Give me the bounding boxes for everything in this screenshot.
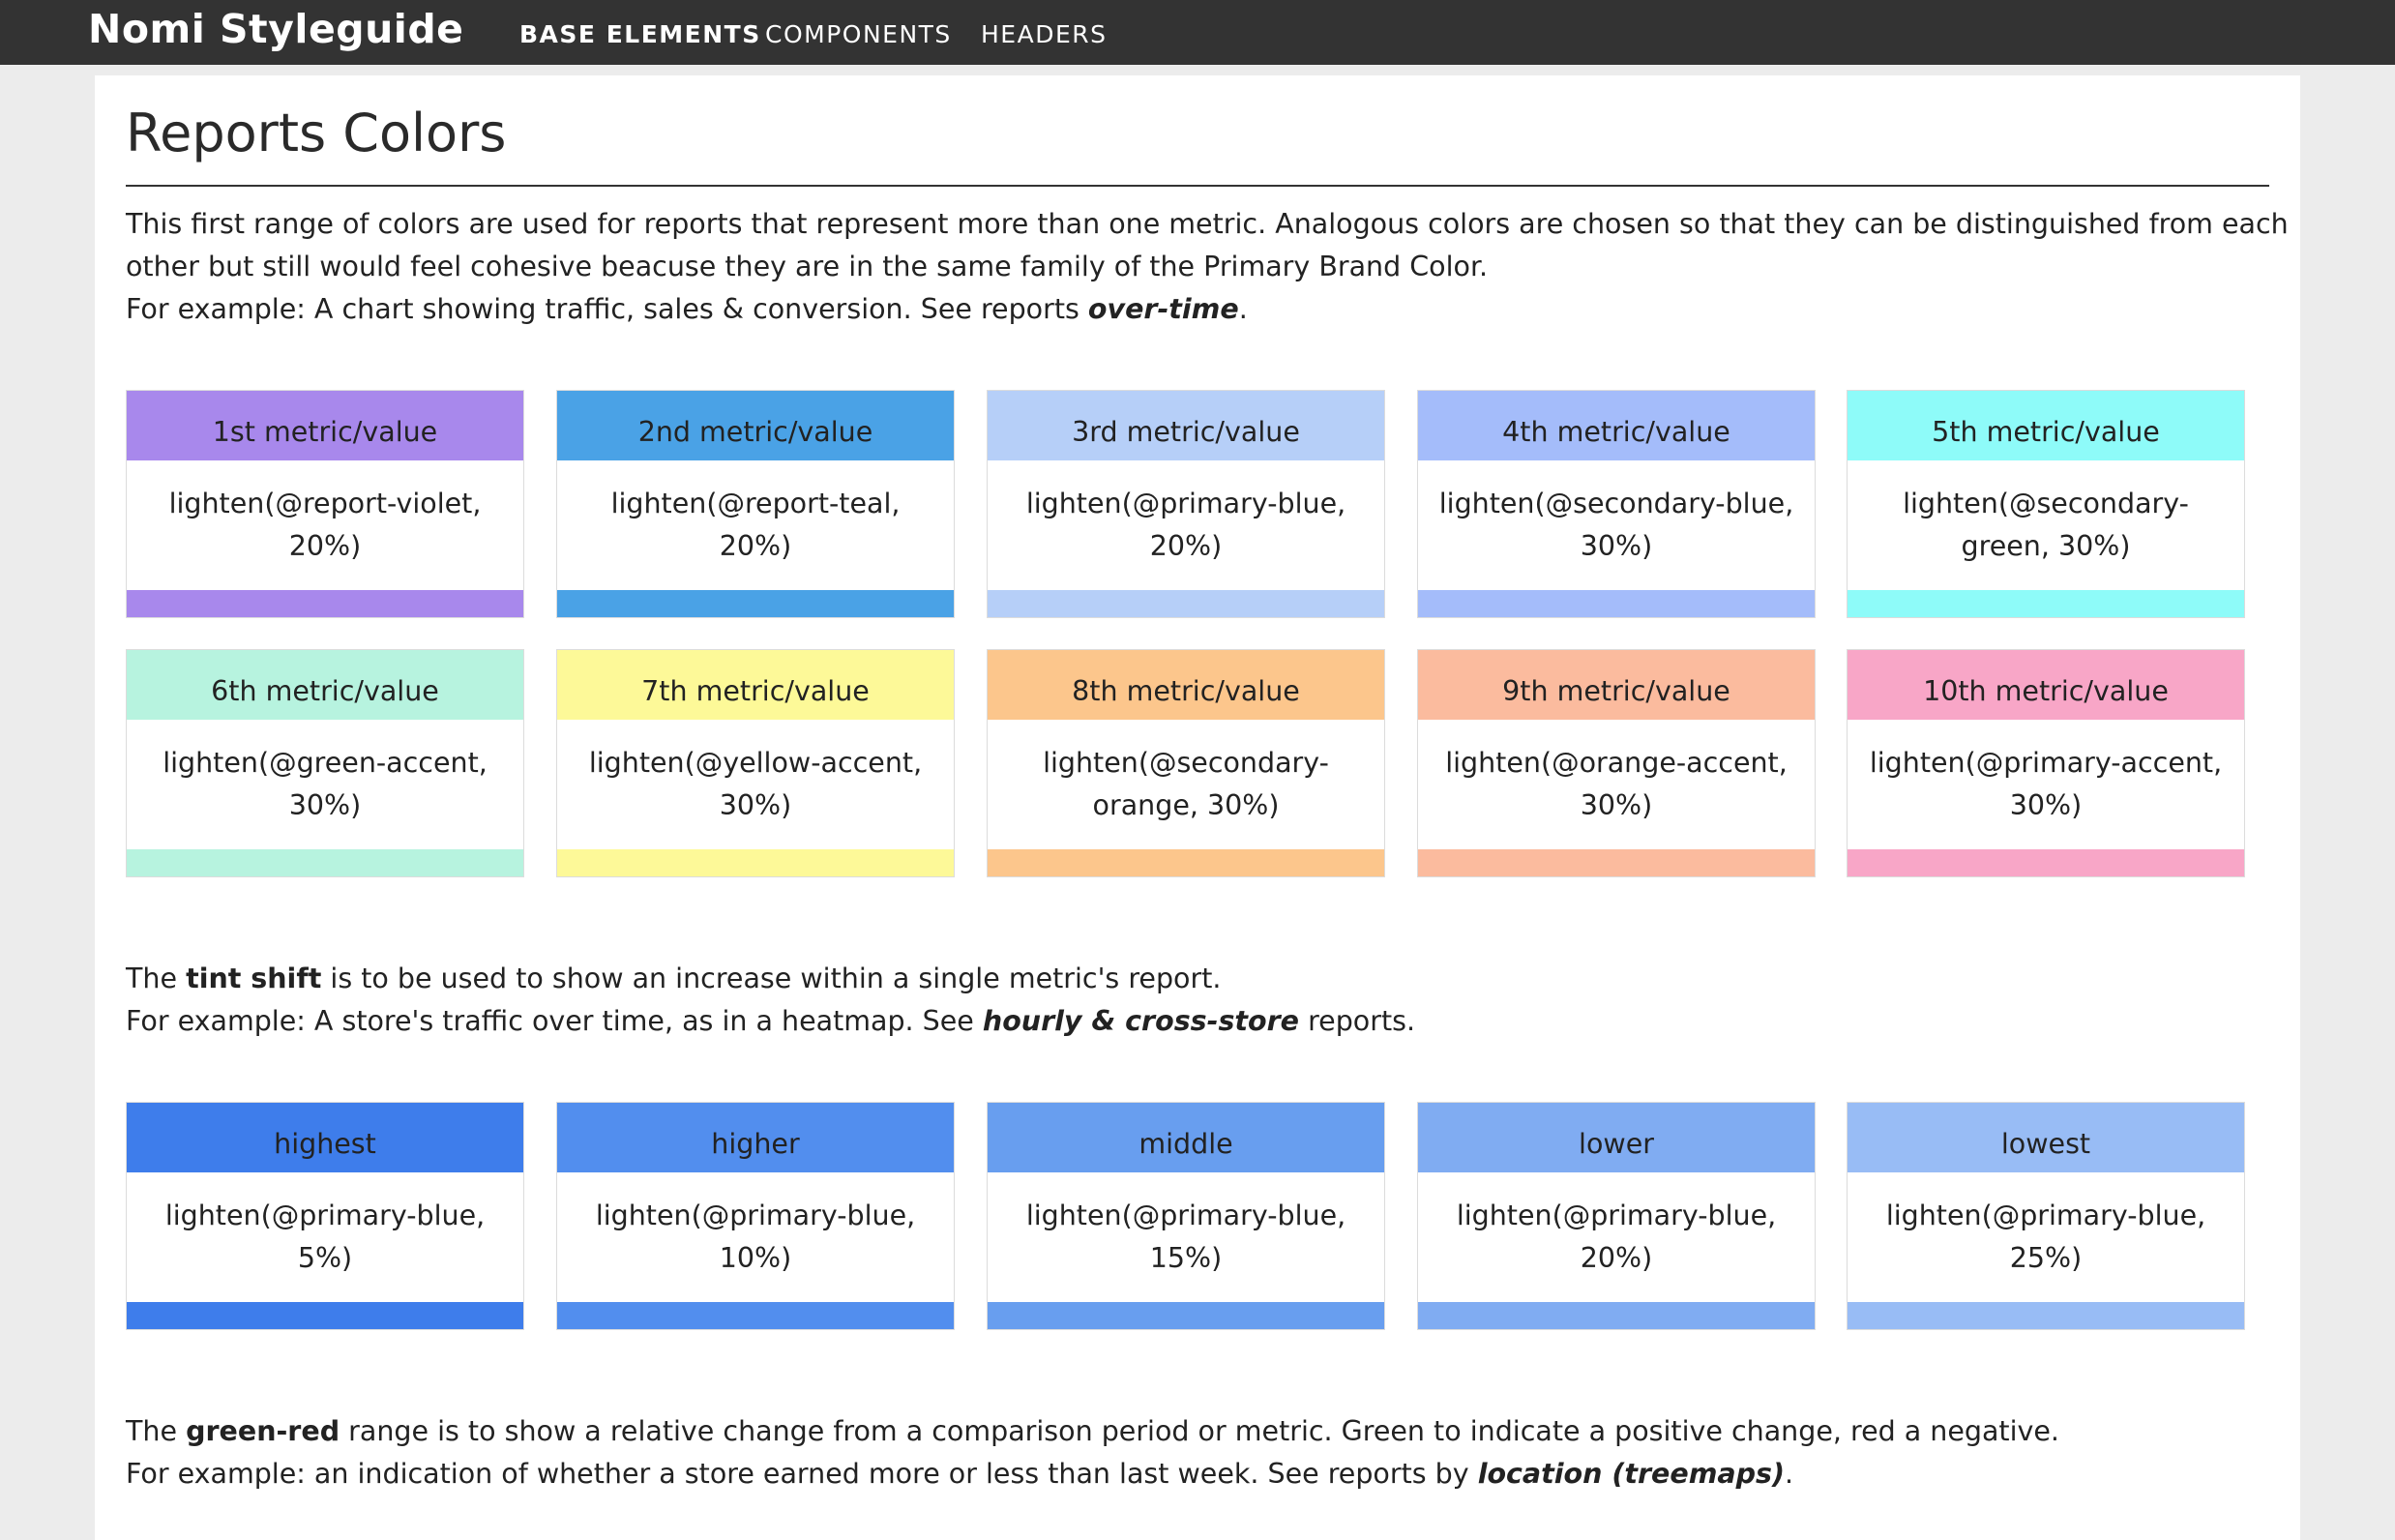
- swatch-color-bar: [1418, 1302, 1815, 1329]
- swatch-color-bar: [127, 590, 523, 617]
- color-swatch-card: 6th metric/value lighten(@green-accent, 3…: [126, 649, 524, 877]
- swatch-formula: lighten(@primary-blue, 25%): [1885, 1199, 2206, 1274]
- swatch-formula: lighten(@primary-blue, 5%): [164, 1199, 486, 1274]
- swatch-label: higher: [557, 1103, 954, 1172]
- nav-headers[interactable]: HEADERS: [981, 20, 1107, 48]
- green-red-term: green-red: [186, 1415, 340, 1447]
- top-navbar: Nomi Styleguide BASE ELEMENTS COMPONENTS…: [0, 0, 2395, 65]
- swatch-color-bar: [557, 590, 954, 617]
- swatch-label: 8th metric/value: [988, 650, 1384, 720]
- green-red-line-1-suffix: range is to show a relative change from …: [340, 1415, 2059, 1447]
- swatch-color-bar: [557, 1302, 954, 1329]
- page-title: Reports Colors: [126, 103, 507, 163]
- intro-line-1: This first range of colors are used for …: [126, 208, 2289, 240]
- swatch-color-bar: [1418, 590, 1815, 617]
- color-swatch-card: 9th metric/value lighten(@orange-accent, …: [1417, 649, 1816, 877]
- intro-line-3-prefix: For example: A chart showing traffic, sa…: [126, 293, 1088, 325]
- tint-line-2-suffix: reports.: [1299, 1005, 1416, 1037]
- intro-line-3-suffix: .: [1238, 293, 1248, 325]
- hourly-cross-store-link: hourly & cross-store: [982, 1005, 1300, 1037]
- green-red-line-2-suffix: .: [1785, 1458, 1794, 1490]
- swatch-label: lowest: [1848, 1103, 2244, 1172]
- swatch-formula: lighten(@primary-blue, 20%): [1456, 1199, 1777, 1274]
- color-swatch-card: higher lighten(@primary-blue, 10%): [556, 1102, 955, 1330]
- swatch-formula: lighten(@primary-blue, 10%): [595, 1199, 916, 1274]
- swatch-color-bar: [1848, 590, 2244, 617]
- color-swatch-card: 5th metric/value lighten(@secondary-green…: [1847, 390, 2245, 618]
- swatch-formula: lighten(@report-violet, 20%): [168, 488, 482, 562]
- swatch-formula: lighten(@primary-blue, 20%): [1025, 488, 1346, 562]
- swatch-label: 10th metric/value: [1848, 650, 2244, 720]
- color-swatch-card: 7th metric/value lighten(@yellow-accent, …: [556, 649, 955, 877]
- color-swatch-card: 4th metric/value lighten(@secondary-blue,…: [1417, 390, 1816, 618]
- swatch-formula: lighten(@secondary-green, 30%): [1903, 488, 2189, 562]
- swatch-color-bar: [988, 1302, 1384, 1329]
- green-red-paragraph: The green-red range is to show a relativ…: [126, 1410, 2292, 1496]
- color-swatch-card: highest lighten(@primary-blue, 5%): [126, 1102, 524, 1330]
- title-divider: [126, 185, 2269, 187]
- location-treemaps-link: location (treemaps): [1477, 1458, 1786, 1490]
- swatch-formula: lighten(@primary-blue, 15%): [1025, 1199, 1346, 1274]
- brand-logo[interactable]: Nomi Styleguide: [88, 6, 464, 52]
- swatch-color-bar: [1418, 849, 1815, 876]
- swatch-label: 2nd metric/value: [557, 391, 954, 460]
- color-swatch-card: 10th metric/value lighten(@primary-accent…: [1847, 649, 2245, 877]
- swatch-label: highest: [127, 1103, 523, 1172]
- swatch-formula: lighten(@secondary-orange, 30%): [1043, 747, 1329, 821]
- swatch-label: 9th metric/value: [1418, 650, 1815, 720]
- swatch-formula: lighten(@report-teal, 20%): [610, 488, 901, 562]
- color-swatch-card: middle lighten(@primary-blue, 15%): [987, 1102, 1385, 1330]
- content-panel: Reports Colors This first range of color…: [95, 75, 2300, 1540]
- swatch-label: 4th metric/value: [1418, 391, 1815, 460]
- tint-line-1-suffix: is to be used to show an increase within…: [321, 962, 1222, 994]
- swatch-color-bar: [988, 590, 1384, 617]
- swatch-color-bar: [1848, 1302, 2244, 1329]
- tint-paragraph: The tint shift is to be used to show an …: [126, 958, 2292, 1043]
- swatch-formula: lighten(@orange-accent, 30%): [1445, 747, 1788, 821]
- swatch-color-bar: [1848, 849, 2244, 876]
- color-swatch-card: lowest lighten(@primary-blue, 25%): [1847, 1102, 2245, 1330]
- tint-line-2-prefix: For example: A store's traffic over time…: [126, 1005, 983, 1037]
- color-swatch-card: lower lighten(@primary-blue, 20%): [1417, 1102, 1816, 1330]
- green-red-line-1-prefix: The: [126, 1415, 187, 1447]
- swatch-label: 1st metric/value: [127, 391, 523, 460]
- swatch-formula: lighten(@green-accent, 30%): [163, 747, 488, 821]
- color-swatch-card: 8th metric/value lighten(@secondary-orang…: [987, 649, 1385, 877]
- green-red-line-2-prefix: For example: an indication of whether a …: [126, 1458, 1478, 1490]
- swatch-label: 7th metric/value: [557, 650, 954, 720]
- swatch-label: 3rd metric/value: [988, 391, 1384, 460]
- swatch-formula: lighten(@yellow-accent, 30%): [588, 747, 923, 821]
- tint-shift-term: tint shift: [186, 962, 322, 994]
- nav-components[interactable]: COMPONENTS: [765, 20, 952, 48]
- intro-line-2: other but still would feel cohesive beac…: [126, 251, 1489, 282]
- swatch-color-bar: [988, 849, 1384, 876]
- swatch-label: 5th metric/value: [1848, 391, 2244, 460]
- swatch-label: middle: [988, 1103, 1384, 1172]
- over-time-link: over-time: [1087, 293, 1239, 325]
- color-swatch-card: 1st metric/value lighten(@report-violet, …: [126, 390, 524, 618]
- swatch-formula: lighten(@primary-accent, 30%): [1869, 747, 2223, 821]
- swatch-label: lower: [1418, 1103, 1815, 1172]
- swatch-color-bar: [557, 849, 954, 876]
- swatch-color-bar: [127, 849, 523, 876]
- intro-paragraph: This first range of colors are used for …: [126, 203, 2292, 331]
- tint-line-1-prefix: The: [126, 962, 187, 994]
- color-swatch-card: 2nd metric/value lighten(@report-teal, 20…: [556, 390, 955, 618]
- swatch-label: 6th metric/value: [127, 650, 523, 720]
- color-swatch-card: 3rd metric/value lighten(@primary-blue, 2…: [987, 390, 1385, 618]
- nav-base-elements[interactable]: BASE ELEMENTS: [519, 20, 761, 48]
- swatch-formula: lighten(@secondary-blue, 30%): [1438, 488, 1794, 562]
- swatch-color-bar: [127, 1302, 523, 1329]
